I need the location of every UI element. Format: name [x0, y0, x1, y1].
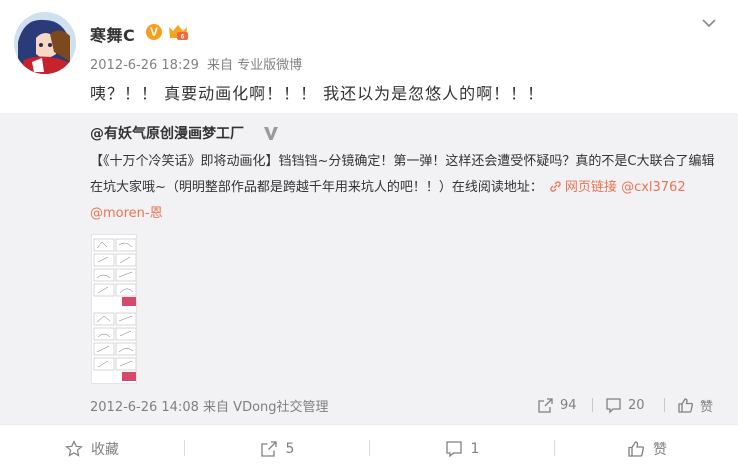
comment-icon	[445, 440, 462, 457]
verified-badge-icon[interactable]: V	[146, 24, 162, 40]
comment-button[interactable]: 1	[370, 425, 554, 471]
repost-box: @有妖气原创漫画梦工厂 【《十万个冷笑话》即将动画化】铛铛铛~分镜确定！第一弹！…	[0, 113, 738, 424]
repost-text-block: 【《十万个冷笑话》即将动画化】铛铛铛~分镜确定！第一弹！这样还会遭受怀疑吗？真的…	[90, 149, 720, 227]
forward-icon	[538, 397, 553, 413]
repost-time[interactable]: 2012-6-26 14:08	[90, 400, 199, 415]
like-label: 赞	[653, 441, 667, 458]
repost-forward-button[interactable]: 94	[537, 395, 577, 415]
verified-gray-icon	[264, 127, 278, 140]
repost-forward-count: 94	[560, 397, 577, 413]
star-icon	[65, 439, 83, 457]
member-badge-icon[interactable]: 6	[167, 23, 189, 41]
post-text: 咦？！！ 真要动画化啊！！！ 我还以为是忽悠人的啊！！！	[90, 84, 545, 103]
avatar[interactable]	[14, 12, 76, 74]
weibo-card: 寒舞C V 6 2012-6-26 18:29 来自 专业版微博 咦？！！ 真要…	[0, 0, 738, 471]
chevron-down-icon[interactable]	[700, 14, 718, 32]
divider	[664, 398, 665, 412]
post-meta: 2012-6-26 18:29 来自 专业版微博	[90, 54, 302, 73]
repost-like-button[interactable]: 赞	[677, 395, 713, 415]
repost-comment-count: 20	[628, 397, 645, 413]
repost-meta: 2012-6-26 14:08 来自 VDong社交管理	[90, 396, 329, 415]
forward-button[interactable]: 5	[185, 425, 369, 471]
comment-icon	[606, 397, 621, 414]
web-link[interactable]: 网页链接	[565, 180, 617, 195]
post-time[interactable]: 2012-6-26 18:29	[90, 58, 199, 73]
favorite-button[interactable]: 收藏	[0, 425, 184, 471]
mention-link[interactable]: @moren-恩	[90, 206, 163, 221]
favorite-label: 收藏	[91, 441, 119, 458]
comment-count: 1	[470, 440, 480, 457]
divider	[592, 398, 593, 412]
mention-link[interactable]: @cxl3762	[621, 180, 686, 195]
like-button[interactable]: 赞	[555, 425, 738, 471]
repost-footer: 2012-6-26 14:08 来自 VDong社交管理 94 20 赞	[90, 395, 720, 416]
author-name[interactable]: 寒舞C	[90, 22, 135, 46]
post-source-prefix: 来自	[207, 58, 234, 73]
repost-like-label: 赞	[700, 399, 714, 415]
link-icon	[550, 181, 561, 192]
repost-author[interactable]: @有妖气原创漫画梦工厂	[90, 123, 244, 143]
repost-source[interactable]: VDong社交管理	[233, 400, 328, 415]
post-source[interactable]: 专业版微博	[237, 58, 302, 73]
like-icon	[628, 440, 644, 457]
forward-icon	[260, 440, 277, 457]
repost-comment-button[interactable]: 20	[605, 395, 645, 415]
repost-image-thumbnail[interactable]	[91, 234, 137, 384]
repost-source-prefix: 来自	[203, 400, 230, 415]
action-bar: 收藏 5 1 赞	[0, 424, 738, 471]
forward-count: 5	[285, 440, 295, 457]
like-icon	[678, 397, 693, 413]
